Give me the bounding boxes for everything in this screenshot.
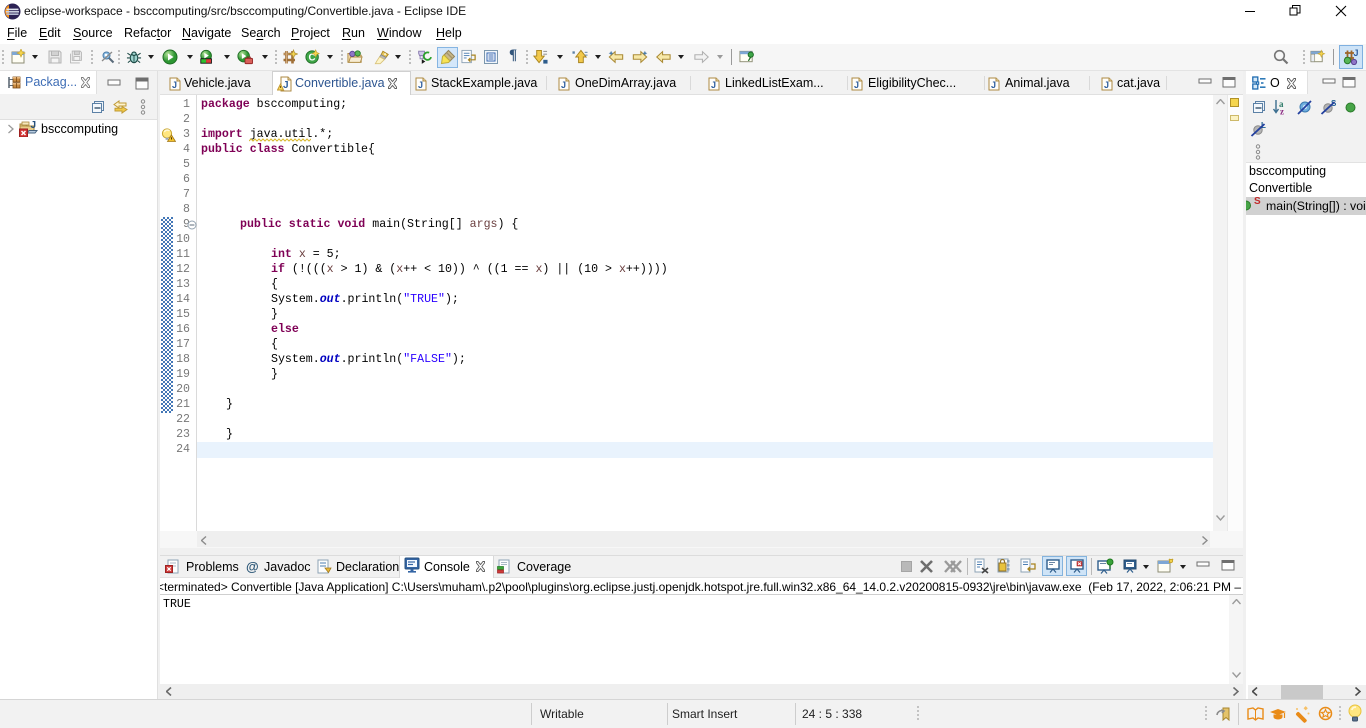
svg-text:J: J (991, 80, 996, 90)
svg-text:J: J (854, 80, 859, 90)
svg-text:J: J (1354, 49, 1359, 58)
svg-text:z: z (1280, 107, 1284, 116)
svg-text:J: J (283, 80, 289, 91)
svg-text:J: J (561, 80, 566, 90)
svg-text:J: J (418, 80, 423, 90)
svg-text:J: J (711, 80, 716, 90)
svg-text:J: J (172, 80, 177, 90)
svg-text:J: J (31, 120, 37, 131)
svg-text:J: J (1104, 80, 1109, 90)
